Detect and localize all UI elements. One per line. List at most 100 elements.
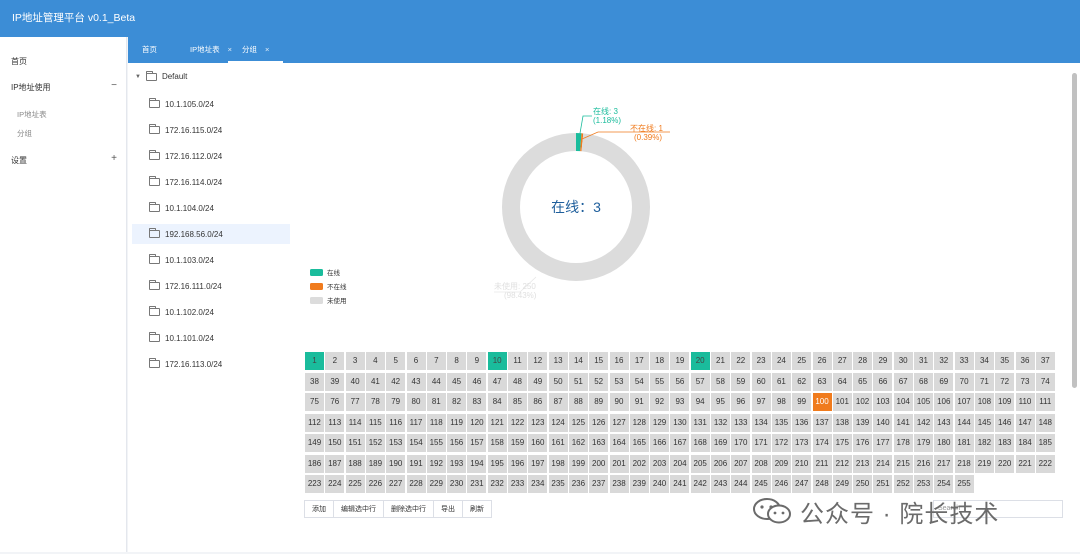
ip-cell[interactable]: 151 (345, 434, 365, 452)
ip-cell[interactable]: 3 (345, 352, 365, 370)
ip-cell[interactable]: 35 (995, 352, 1015, 370)
close-icon[interactable]: × (265, 45, 269, 54)
ip-cell[interactable]: 108 (974, 393, 994, 411)
ip-cell[interactable]: 203 (650, 454, 670, 473)
ip-cell[interactable]: 240 (650, 475, 670, 493)
ip-cell[interactable]: 146 (995, 413, 1015, 432)
ip-cell[interactable]: 222 (1035, 454, 1055, 473)
ip-cell[interactable]: 5 (386, 352, 406, 370)
ip-cell[interactable]: 85 (508, 393, 527, 411)
ip-cell[interactable]: 14 (568, 352, 588, 370)
ip-cell[interactable]: 205 (690, 454, 710, 473)
ip-cell[interactable]: 68 (914, 372, 933, 391)
ip-cell[interactable]: 52 (589, 372, 609, 391)
sidebar-item-home[interactable]: 首页 (11, 56, 27, 67)
ip-cell[interactable]: 230 (447, 475, 467, 493)
ip-cell[interactable]: 22 (731, 352, 751, 370)
ip-cell[interactable]: 165 (629, 434, 649, 452)
ip-cell[interactable]: 99 (792, 393, 812, 411)
ip-cell[interactable]: 134 (751, 413, 771, 432)
ip-cell[interactable]: 56 (670, 372, 690, 391)
ip-cell[interactable]: 24 (771, 352, 791, 370)
ip-cell[interactable]: 216 (914, 454, 933, 473)
ip-cell[interactable]: 36 (1015, 352, 1035, 370)
ip-cell[interactable]: 201 (609, 454, 629, 473)
ip-cell[interactable]: 168 (690, 434, 710, 452)
ip-cell[interactable]: 197 (528, 454, 548, 473)
legend-unused[interactable]: 未使用 (310, 295, 347, 305)
ip-cell[interactable]: 242 (690, 475, 710, 493)
ip-cell[interactable]: 60 (751, 372, 771, 391)
ip-cell[interactable]: 190 (386, 454, 406, 473)
ip-cell[interactable]: 235 (548, 475, 568, 493)
ip-cell[interactable]: 20 (690, 352, 710, 370)
ip-cell[interactable]: 158 (487, 434, 507, 452)
ip-cell[interactable]: 89 (589, 393, 609, 411)
ip-cell[interactable]: 218 (954, 454, 974, 473)
ip-cell[interactable]: 147 (1015, 413, 1035, 432)
ip-cell[interactable]: 44 (426, 372, 446, 391)
ip-cell[interactable]: 25 (792, 352, 812, 370)
ip-cell[interactable]: 199 (568, 454, 588, 473)
caret-down-icon[interactable]: ▼ (135, 74, 141, 80)
tree-node[interactable]: 172.16.113.0/24 (132, 354, 290, 374)
tree-root[interactable]: ▼ Default (135, 70, 187, 81)
ip-cell[interactable]: 152 (365, 434, 385, 452)
tree-node[interactable]: 172.16.111.0/24 (132, 276, 290, 296)
ip-cell[interactable]: 204 (670, 454, 690, 473)
ip-cell[interactable]: 226 (365, 475, 385, 493)
ip-cell[interactable]: 63 (812, 372, 832, 391)
ip-cell[interactable]: 8 (447, 352, 467, 370)
ip-cell[interactable]: 88 (568, 393, 588, 411)
tree-node[interactable]: 10.1.104.0/24 (132, 198, 290, 218)
ip-cell[interactable]: 182 (974, 434, 994, 452)
ip-cell[interactable]: 171 (751, 434, 771, 452)
ip-cell[interactable]: 136 (792, 413, 812, 432)
ip-cell[interactable]: 126 (589, 413, 609, 432)
ip-cell[interactable]: 53 (609, 372, 629, 391)
ip-cell[interactable]: 250 (853, 475, 873, 493)
ip-cell[interactable]: 229 (426, 475, 446, 493)
ip-cell[interactable]: 116 (386, 413, 406, 432)
ip-cell[interactable]: 209 (771, 454, 791, 473)
ip-cell[interactable]: 207 (731, 454, 751, 473)
ip-cell[interactable]: 71 (974, 372, 994, 391)
ip-cell[interactable]: 221 (1015, 454, 1035, 473)
sidebar-item-group[interactable]: 分组 (17, 128, 32, 139)
ip-cell[interactable]: 150 (325, 434, 345, 452)
ip-cell[interactable]: 66 (873, 372, 893, 391)
ip-cell[interactable]: 30 (893, 352, 913, 370)
ip-cell[interactable]: 13 (548, 352, 568, 370)
ip-cell[interactable]: 32 (934, 352, 954, 370)
ip-cell[interactable]: 186 (305, 454, 324, 473)
ip-cell[interactable]: 2 (325, 352, 345, 370)
ip-cell[interactable]: 91 (629, 393, 649, 411)
ip-cell[interactable]: 206 (711, 454, 730, 473)
ip-cell[interactable]: 255 (954, 475, 974, 493)
ip-cell[interactable]: 26 (812, 352, 832, 370)
ip-cell[interactable]: 122 (508, 413, 527, 432)
ip-cell[interactable]: 225 (345, 475, 365, 493)
ip-cell[interactable]: 98 (771, 393, 791, 411)
ip-cell[interactable]: 10 (487, 352, 507, 370)
tree-node[interactable]: 172.16.115.0/24 (132, 120, 290, 140)
ip-cell[interactable]: 241 (670, 475, 690, 493)
ip-cell[interactable]: 244 (731, 475, 751, 493)
ip-cell[interactable]: 54 (629, 372, 649, 391)
ip-cell[interactable]: 162 (568, 434, 588, 452)
ip-cell[interactable]: 78 (365, 393, 385, 411)
ip-cell[interactable]: 198 (548, 454, 568, 473)
ip-cell[interactable]: 18 (650, 352, 670, 370)
ip-cell[interactable]: 101 (832, 393, 852, 411)
ip-cell[interactable]: 133 (731, 413, 751, 432)
ip-cell[interactable]: 16 (609, 352, 629, 370)
ip-cell[interactable]: 51 (568, 372, 588, 391)
ip-cell[interactable]: 164 (609, 434, 629, 452)
collapse-icon[interactable]: − (111, 80, 117, 91)
ip-cell[interactable]: 114 (345, 413, 365, 432)
ip-cell[interactable]: 110 (1015, 393, 1035, 411)
ip-cell[interactable]: 156 (447, 434, 467, 452)
ip-cell[interactable]: 141 (893, 413, 913, 432)
refresh-button[interactable]: 刷新 (462, 500, 492, 518)
ip-cell[interactable]: 130 (670, 413, 690, 432)
